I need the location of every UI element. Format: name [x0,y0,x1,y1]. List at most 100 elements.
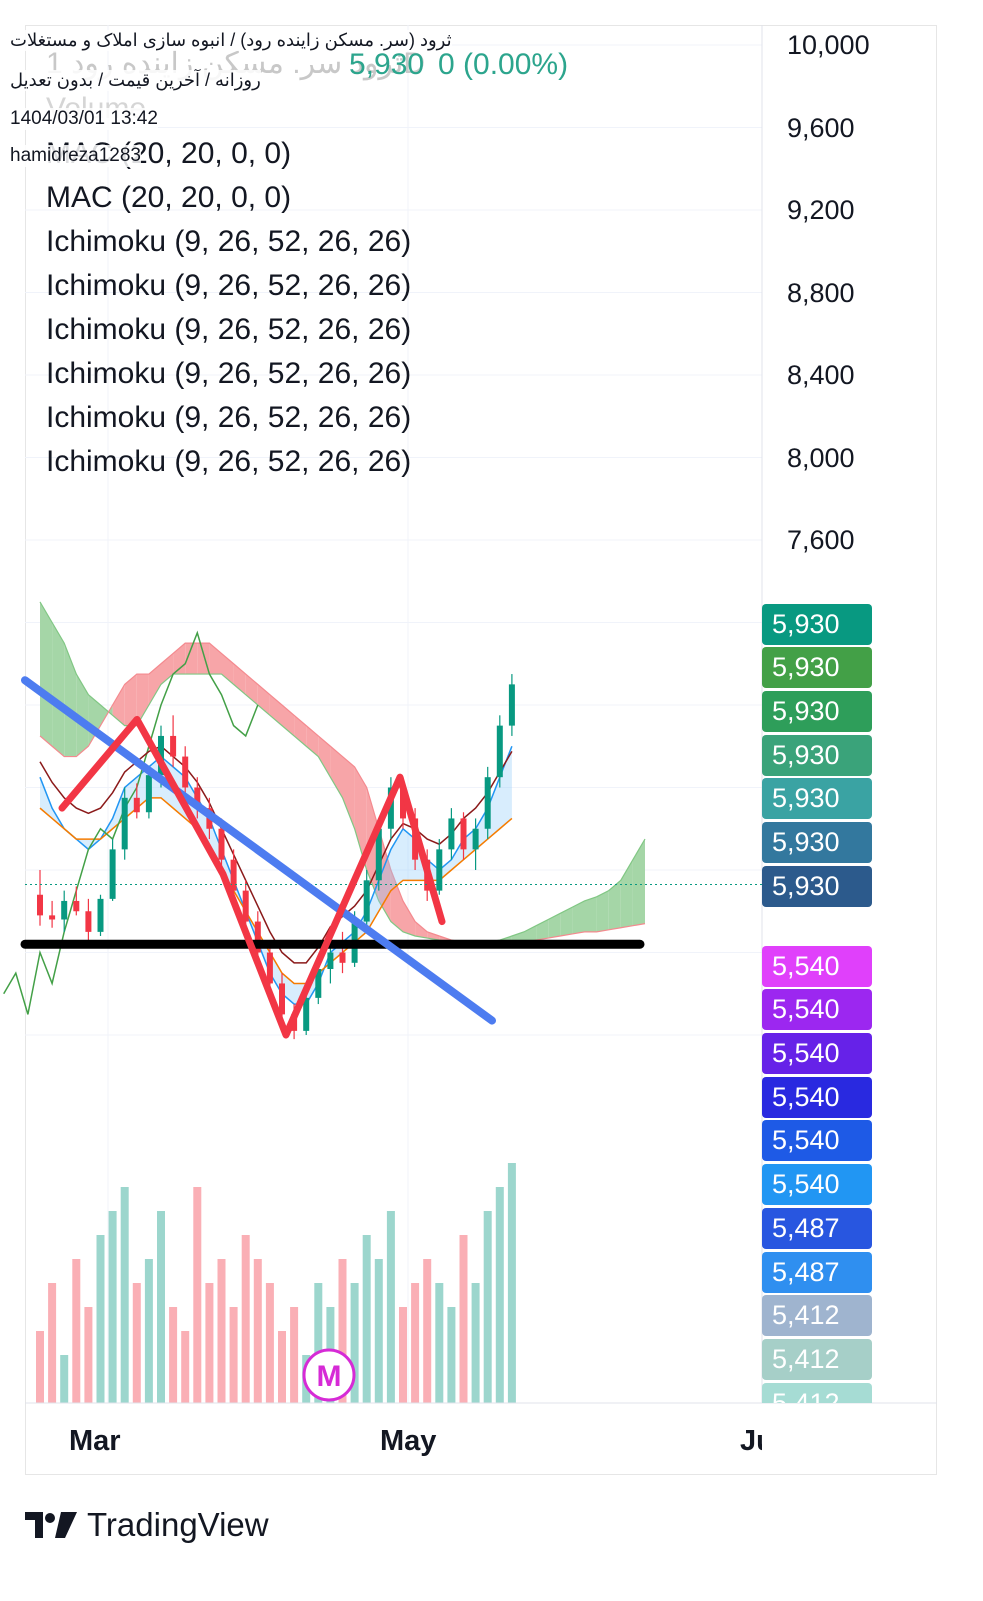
candle-body [303,997,310,1031]
ichimoku-cloud-segment [112,684,125,726]
price-tag: 5,930 [762,822,872,863]
symbol-line: ثرود (سر. مسکن زاینده رود) / انبوه سازی … [10,30,452,51]
y-tick-label: 10,000 [787,30,870,60]
volume-bar [241,1235,250,1403]
volume-bar [108,1211,117,1403]
candle-body [460,818,467,850]
legend-item[interactable]: Ichimoku (9, 26, 52, 26, 26) [46,225,411,259]
candle-body [339,952,346,963]
candle-body [85,911,92,932]
candle-body [266,952,273,984]
timestamp: 1404/03/01 13:42 [10,108,158,130]
volume-bar [507,1163,516,1403]
volume-bar [229,1307,238,1403]
y-tick-label: 9,200 [787,195,855,225]
volume-bar [169,1307,178,1403]
author: hamidreza1283 [10,145,141,167]
tradingview-brand[interactable]: TradingView [25,1505,269,1545]
ichimoku-cloud-segment [596,890,609,932]
price-tag: 5,412 [762,1339,872,1380]
candle-body [472,828,479,850]
ichimoku-cloud-segment [318,735,331,778]
x-label-mar: Mar [69,1425,121,1457]
settings-line: روزانه / آخرین قیمت / بدون تعدیل [10,70,261,91]
candle-body [496,725,503,778]
volume-bar [48,1283,57,1403]
volume-bar [411,1283,420,1403]
volume-bar [217,1259,226,1403]
price-tag: 5,487 [762,1252,872,1293]
candle-body [484,777,491,829]
candle-body [37,894,43,916]
price-change: 0 (0.00%) [438,48,569,81]
volume-bar [132,1283,141,1403]
candle-body [230,859,237,891]
candle-body [363,880,370,922]
candle-body [170,735,177,757]
legend-item[interactable]: Ichimoku (9, 26, 52, 26, 26) [46,357,411,391]
volume-bar [193,1187,202,1403]
volume-bar [253,1259,262,1403]
volume-bar [374,1259,383,1403]
x-label-may: May [380,1425,437,1457]
volume-bar [96,1235,105,1403]
volume-bar [60,1355,69,1403]
candle-body [121,797,128,850]
volume-bar [205,1283,214,1403]
price-tag: 5,930 [762,866,872,907]
price-tag: 5,930 [762,604,872,645]
volume-bar [181,1331,190,1403]
legend-item[interactable]: Ichimoku (9, 26, 52, 26, 26) [46,401,411,435]
ichimoku-cloud-segment [584,896,597,932]
y-tick-label: 8,000 [787,442,855,473]
volume-bar [495,1187,504,1403]
legend-item[interactable]: Ichimoku (9, 26, 52, 26, 26) [46,313,411,347]
marker-m-letter: M [317,1360,342,1393]
volume-bar [278,1331,286,1403]
price-tag: 5,930 [762,691,872,732]
ichimoku-cloud-segment [330,746,343,798]
volume-bar [72,1259,81,1403]
candle-body [448,818,455,850]
volume-bar [423,1259,432,1403]
volume-bar [84,1307,93,1403]
volume-bar [290,1307,299,1403]
volume-bar [144,1259,153,1403]
y-tick-label: 9,600 [787,112,855,143]
ichimoku-cloud-segment [148,663,161,705]
volume-bar [447,1307,456,1403]
ichimoku-cloud-segment [608,880,621,930]
price-tag: 5,412 [762,1383,872,1403]
candle-body [61,900,68,920]
ichimoku-cloud-segment [342,756,355,829]
candle-body [109,849,116,899]
y-tick-label: 8,400 [787,360,855,390]
candle-body [49,915,56,920]
tradingview-logo-icon [25,1512,77,1538]
volume-bar [120,1187,129,1403]
candle-body [182,756,189,788]
volume-bar [36,1331,44,1403]
volume-bar [471,1283,480,1403]
volume-bar [435,1283,444,1403]
y-tick-label: 8,800 [787,277,855,308]
legend-item[interactable]: MAC (20, 20, 0, 0) [46,181,291,215]
y-tick-label: 7,600 [787,525,855,555]
price-tag: 5,540 [762,1033,872,1074]
volume-bar [483,1211,492,1403]
price-tag: 5,930 [762,735,872,776]
candle-body [97,898,104,932]
legend-item[interactable]: Ichimoku (9, 26, 52, 26, 26) [46,269,411,303]
price-tag: 5,540 [762,1120,872,1161]
candle-body [327,952,334,969]
price-tag: 5,930 [762,778,872,819]
price-tag: 5,412 [762,1295,872,1336]
legend-item[interactable]: Ichimoku (9, 26, 52, 26, 26) [46,445,411,479]
x-label-jun: Ju [740,1425,762,1457]
volume-bar [362,1235,371,1403]
candle-body [508,684,515,726]
brand-name: TradingView [87,1506,269,1543]
ichimoku-cloud-segment [52,622,65,757]
price-tag: 5,540 [762,989,872,1030]
price-tag: 5,487 [762,1208,872,1249]
